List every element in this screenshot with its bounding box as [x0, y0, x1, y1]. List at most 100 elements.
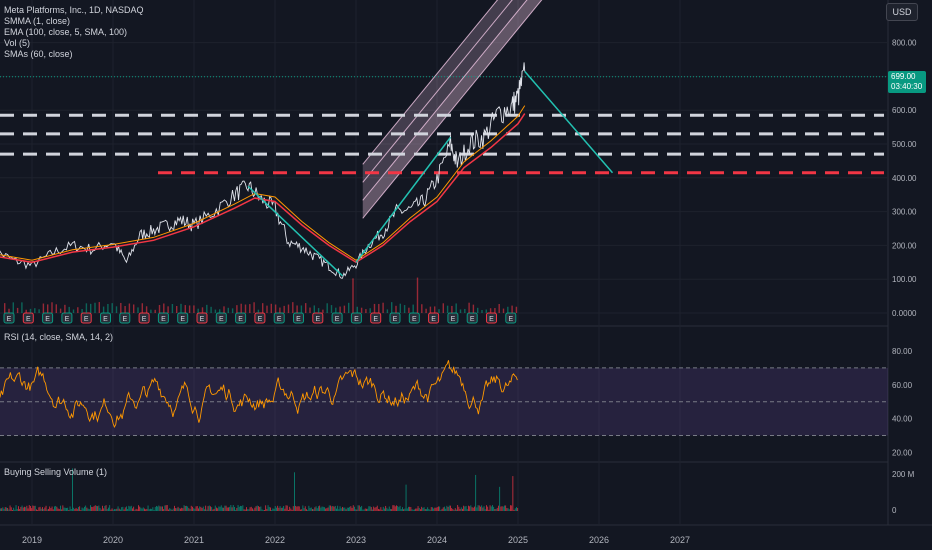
volume-bar	[180, 303, 182, 313]
volume-bar	[146, 508, 148, 511]
volume-bar	[135, 508, 137, 511]
volume-bar	[466, 509, 468, 511]
volume-bar	[511, 505, 513, 511]
volume-bar	[98, 302, 100, 313]
volume-bar	[455, 303, 457, 313]
volume-bar	[337, 505, 339, 511]
volume-bar	[100, 509, 102, 511]
symbol-title[interactable]: Meta Platforms, Inc., 1D, NASDAQ	[4, 5, 144, 16]
volume-bar	[499, 486, 501, 511]
price-tick-label: 100.00	[892, 275, 917, 284]
volume-bar	[121, 507, 123, 511]
volume-bar	[493, 506, 495, 511]
volume-bar	[340, 508, 342, 511]
volume-bar	[338, 509, 340, 511]
volume-bar	[150, 508, 151, 511]
time-tick-label: 2026	[589, 535, 609, 545]
volume-bar	[159, 506, 161, 511]
volume-bar	[344, 507, 346, 511]
volume-bar	[85, 303, 88, 313]
volume-bar	[292, 302, 294, 313]
volume-bar	[375, 507, 377, 511]
earnings-badge-letter: E	[161, 316, 166, 323]
volume-bar	[29, 308, 32, 313]
volume-bar	[313, 509, 315, 511]
volume-bar	[363, 509, 365, 511]
volume-bar	[428, 509, 430, 511]
volume-bar	[373, 303, 376, 313]
price-tick-label: 200.00	[892, 241, 917, 250]
rsi-legend[interactable]: RSI (14, close, SMA, 14, 2)	[4, 332, 113, 343]
volume-bar	[501, 506, 503, 511]
volume-legend[interactable]: Buying Selling Volume (1)	[4, 467, 107, 478]
indicator-ema[interactable]: EMA (100, close, 5, SMA, 100)	[4, 27, 144, 38]
volume-bar	[201, 307, 204, 313]
volume-bar	[421, 506, 423, 511]
volume-bar	[517, 508, 519, 511]
volume-bar	[25, 309, 27, 313]
earnings-badge-letter: E	[122, 316, 127, 323]
volume-bar	[481, 309, 483, 313]
earnings-badge: E	[235, 312, 247, 324]
volume-bar	[255, 506, 257, 511]
currency-button[interactable]: USD	[886, 3, 918, 21]
volume-bar	[151, 508, 153, 511]
volume-bar	[267, 505, 269, 511]
volume-bar	[60, 505, 61, 511]
volume-bar	[300, 305, 303, 313]
volume-bar	[74, 508, 76, 511]
volume-bar	[223, 507, 225, 511]
volume-bar	[193, 508, 195, 511]
volume-bar	[366, 508, 367, 511]
volume-bar	[322, 309, 324, 313]
volume-bar	[296, 305, 298, 313]
earnings-badge: E	[196, 312, 208, 324]
volume-bar	[163, 509, 165, 511]
volume-bar	[403, 305, 406, 313]
volume-bar	[36, 509, 37, 511]
volume-bar	[230, 505, 232, 511]
indicator-vol[interactable]: Vol (5)	[4, 38, 144, 49]
volume-bar	[211, 507, 213, 511]
volume-bar	[360, 507, 361, 511]
volume-bar	[399, 505, 401, 511]
volume-bar	[427, 507, 429, 511]
volume-bar	[242, 505, 244, 511]
volume-bar	[194, 508, 196, 511]
earnings-badge: E	[466, 312, 478, 324]
volume-bar	[164, 505, 166, 511]
volume-bar	[358, 505, 360, 511]
volume-bar	[319, 505, 321, 511]
volume-bar	[386, 309, 389, 313]
volume-bar	[166, 505, 168, 511]
volume-bar	[38, 507, 40, 511]
indicator-sma[interactable]: SMAs (60, close)	[4, 49, 144, 60]
volume-bar	[90, 303, 92, 313]
volume-bar	[64, 304, 66, 313]
volume-bar	[507, 306, 509, 313]
volume-bar	[301, 509, 303, 511]
volume-bar	[327, 507, 329, 511]
volume-bar	[188, 508, 190, 511]
chart-canvas[interactable]: EEEEEEEEEEEEEEEEEEEEEEEEEEE 800.00700.00…	[0, 0, 932, 550]
volume-bar	[205, 505, 207, 511]
volume-bar	[132, 508, 133, 511]
volume-bar	[8, 509, 10, 511]
earnings-badge: E	[293, 312, 304, 324]
volume-bar	[404, 508, 406, 511]
price-tick-label: 300.00	[892, 208, 917, 217]
volume-bar	[78, 507, 79, 511]
volume-bar	[460, 507, 462, 511]
volume-bar	[97, 506, 99, 511]
volume-bar	[115, 509, 117, 511]
rsi-tick-label: 60.00	[892, 381, 913, 390]
volume-bar	[412, 509, 414, 511]
volume-bar	[207, 506, 209, 511]
volume-bar	[445, 508, 447, 511]
earnings-badge: E	[505, 312, 517, 324]
earnings-badge-letter: E	[84, 316, 89, 323]
volume-bar	[386, 507, 388, 511]
volume-bar	[421, 304, 423, 313]
indicator-smma[interactable]: SMMA (1, close)	[4, 16, 144, 27]
volume-bar	[206, 304, 208, 313]
